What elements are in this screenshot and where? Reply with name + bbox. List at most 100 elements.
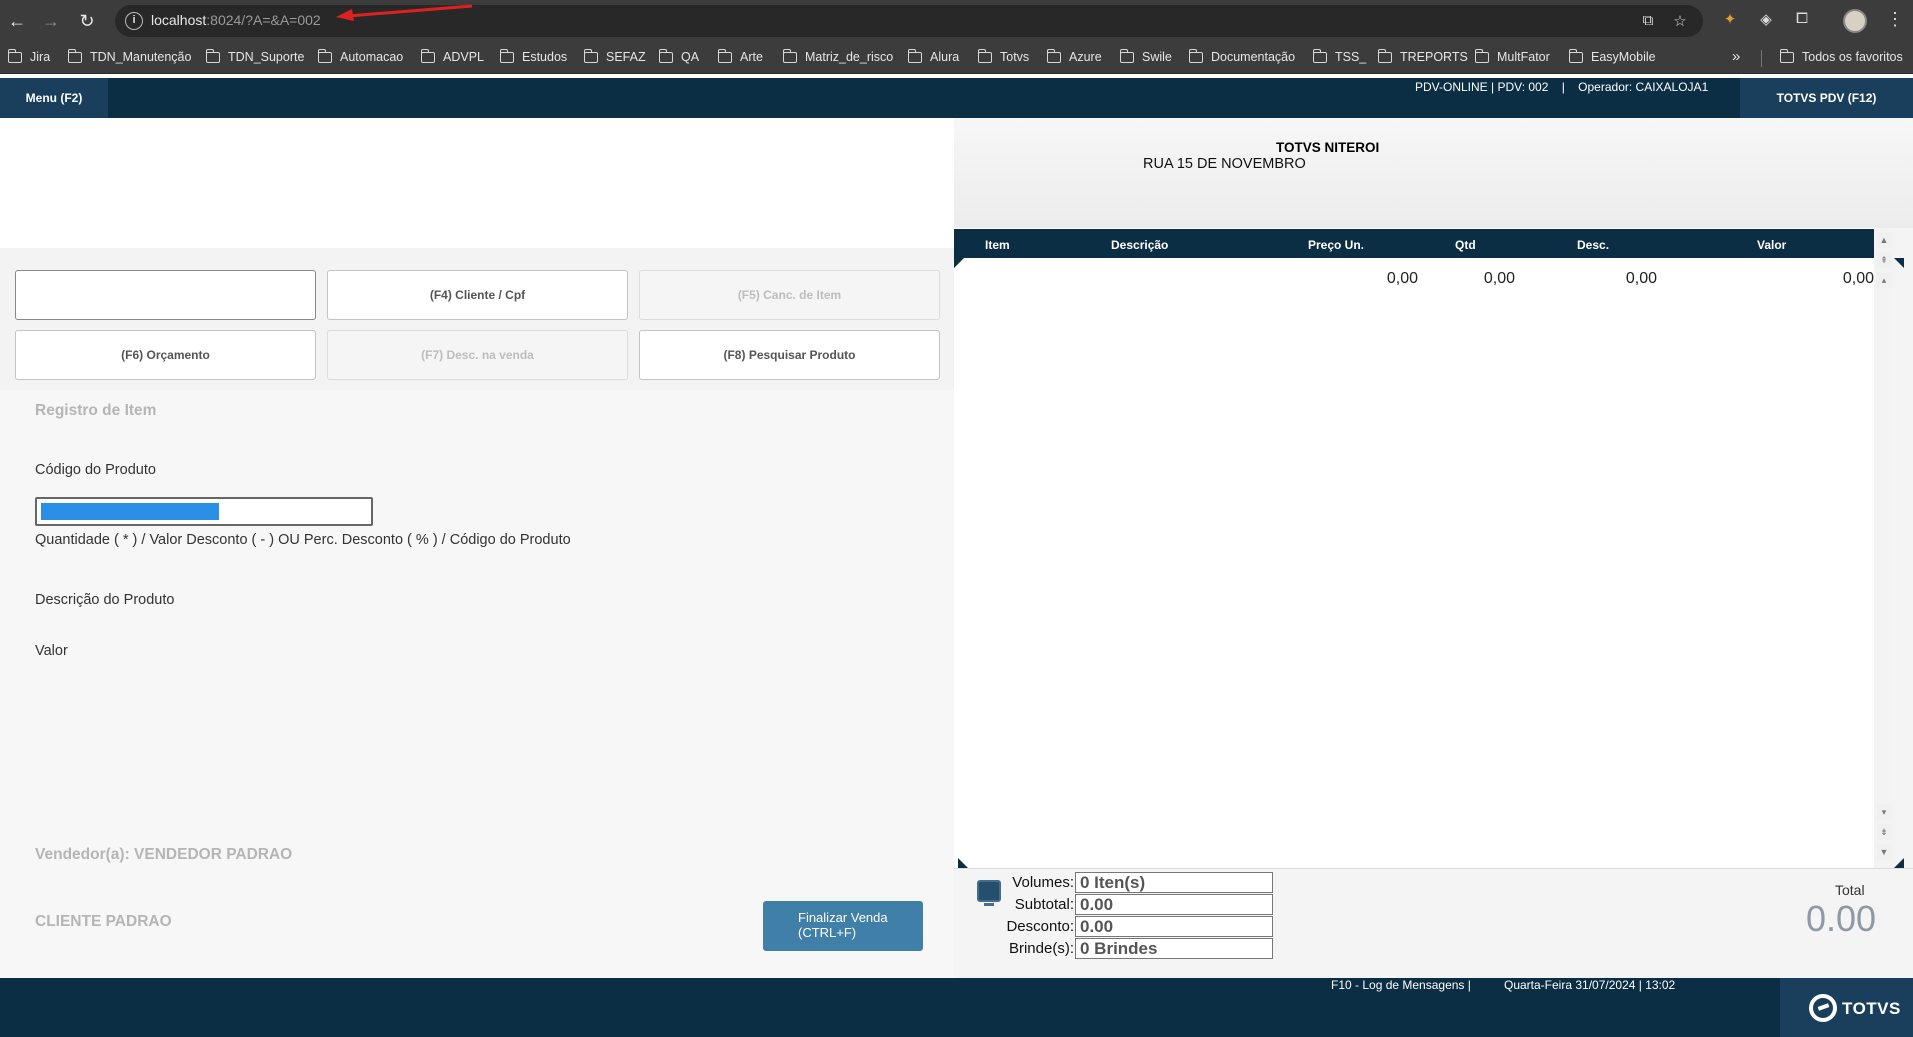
desc-venda-button[interactable]: (F7) Desc. na venda	[327, 330, 628, 380]
profile-avatar[interactable]	[1843, 9, 1867, 33]
extension-shield-icon[interactable]: ◈	[1755, 10, 1777, 32]
items-table	[954, 228, 1874, 868]
install-app-icon[interactable]: ⧉	[1638, 12, 1658, 30]
cell-preco: 0,00	[1386, 270, 1418, 287]
desconto-label: Desconto:	[1006, 918, 1074, 935]
forward-arrow-icon[interactable]: →	[38, 8, 64, 34]
menu-button[interactable]: Menu (F2)	[0, 78, 108, 118]
bookmarks-bar: Jira TDN_Manutenção TDN_Suporte Automaca…	[0, 42, 1913, 74]
bookmark-folder-multfator[interactable]: MultFator	[1474, 48, 1550, 64]
column-item: Item	[985, 238, 1010, 252]
cliente-cpf-button[interactable]: (F4) Cliente / Cpf	[327, 270, 628, 320]
bookmark-label: TDN_Manutenção	[90, 50, 192, 64]
scroll-bottom-icon[interactable]: ▼	[1877, 844, 1891, 860]
orcamento-button[interactable]: (F6) Orçamento	[15, 330, 316, 380]
column-preco-un: Preço Un.	[1308, 238, 1365, 252]
bookmark-folder-alura[interactable]: Alura	[907, 48, 960, 64]
cancel-item-button[interactable]: (F5) Canc. de Item	[639, 270, 940, 320]
scroll-down-icon[interactable]: ▾	[1877, 804, 1891, 820]
bookmark-folder-azure[interactable]: Azure	[1046, 48, 1102, 64]
seller-label: Vendedor(a): VENDEDOR PADRAO	[35, 846, 293, 863]
section-title: Registro de Item	[35, 402, 157, 419]
product-code-input[interactable]	[35, 497, 373, 526]
bookmark-folder-tdn-manutencao[interactable]: TDN_Manutenção	[67, 48, 192, 64]
bookmark-folder-documentacao[interactable]: Documentação	[1188, 48, 1295, 64]
bookmark-folder-arte[interactable]: Arte	[717, 48, 763, 64]
bookmark-label: Alura	[930, 50, 960, 64]
bookmark-folder-estudos[interactable]: Estudos	[499, 48, 567, 64]
url-text[interactable]: localhost:8024/?A=&A=002	[151, 12, 321, 28]
app-header: Menu (F2) PDV-ONLINE | PDV: 002 | Operad…	[0, 78, 1913, 118]
scroll-top-icon[interactable]: ▲	[1877, 232, 1891, 248]
folder-icon	[1046, 48, 1061, 63]
items-table-header: Item Descrição Preço Un. Qtd Desc. Valor	[954, 229, 1874, 258]
brindes-label: Brinde(s):	[1008, 940, 1074, 957]
bookmark-folder-tss[interactable]: TSS_	[1312, 48, 1367, 64]
bookmark-label: Swile	[1142, 50, 1172, 64]
folder-icon	[717, 48, 732, 63]
bookmark-label: Automacao	[340, 50, 404, 64]
bookmark-folder-tdn-suporte[interactable]: TDN_Suporte	[205, 48, 305, 64]
bookmark-folder-jira[interactable]: Jira	[7, 48, 51, 64]
cell-valor: 0,00	[1842, 270, 1874, 287]
column-qtd: Qtd	[1455, 238, 1476, 252]
finalize-sale-button[interactable]: Finalizar Venda (CTRL+F)	[763, 901, 923, 951]
totvs-logo: TOTVS	[1780, 978, 1913, 1037]
bookmark-star-icon[interactable]: ☆	[1670, 12, 1690, 30]
blank-function-button[interactable]	[15, 270, 316, 320]
back-arrow-icon[interactable]: ←	[4, 8, 30, 34]
scroll-page-down-icon[interactable]: ⇟	[1877, 824, 1891, 840]
customer-label: CLIENTE PADRAO	[35, 913, 172, 930]
folder-icon	[1119, 48, 1134, 63]
date-time: Quarta-Feira 31/07/2024 | 13:02	[1504, 978, 1676, 992]
table-scrollbar[interactable]	[1874, 228, 1893, 868]
total-value: 0.00	[1806, 898, 1877, 939]
folder-icon	[1779, 48, 1794, 63]
bookmark-folder-treports[interactable]: TREPORTS	[1377, 48, 1468, 64]
totvs-pdv-button[interactable]: TOTVS PDV (F12)	[1740, 78, 1913, 118]
pesquisar-produto-button[interactable]: (F8) Pesquisar Produto	[639, 330, 940, 380]
site-info-icon[interactable]: i	[125, 12, 143, 30]
bookmark-folder-automacao[interactable]: Automacao	[317, 48, 404, 64]
extension-colorful-icon[interactable]: ✦	[1719, 10, 1741, 32]
reload-icon[interactable]: ↻	[74, 8, 100, 34]
more-bookmarks-chevron-icon[interactable]: »	[1732, 48, 1740, 65]
log-messages-link[interactable]: F10 - Log de Mensagens |	[1331, 978, 1471, 992]
scroll-page-up-icon[interactable]: ⇞	[1877, 252, 1891, 268]
selected-text-highlight	[41, 503, 219, 520]
item-registration-panel	[0, 390, 954, 978]
browser-toolbar: ← → ↻ i localhost:8024/?A=&A=002 ⧉ ☆ ✦ ◈…	[0, 0, 1913, 42]
extensions-puzzle-icon[interactable]: ⧠	[1791, 10, 1813, 32]
bookmark-folder-sefaz[interactable]: SEFAZ	[583, 48, 646, 64]
desconto-value: 0.00	[1075, 916, 1273, 937]
finalize-shortcut: (CTRL+F)	[798, 925, 857, 940]
bookmark-label: ADVPL	[443, 50, 484, 64]
bookmark-folder-advpl[interactable]: ADVPL	[420, 48, 484, 64]
bookmark-label: Matriz_de_risco	[805, 50, 894, 64]
folder-icon	[205, 48, 220, 63]
annotation-arrow-icon	[336, 4, 473, 21]
bookmark-label: QA	[681, 50, 700, 64]
folder-icon	[420, 48, 435, 63]
bookmark-folder-easymobile[interactable]: EasyMobile	[1568, 48, 1656, 64]
bookmark-folder-all-favorites[interactable]: Todos os favoritos	[1779, 48, 1903, 64]
folder-icon	[317, 48, 332, 63]
folder-icon	[67, 48, 82, 63]
cell-qtd: 0,00	[1483, 270, 1515, 287]
brand-name: TOTVS	[1842, 999, 1901, 1018]
bookmark-folder-qa[interactable]: QA	[658, 48, 700, 64]
bookmark-label: TSS_	[1335, 50, 1367, 64]
bookmark-label: SEFAZ	[606, 50, 646, 64]
table-corner-marker	[1894, 258, 1904, 268]
bookmark-folder-matriz-de-risco[interactable]: Matriz_de_risco	[782, 48, 894, 64]
cell-desc: 0,00	[1625, 270, 1657, 287]
folder-icon	[583, 48, 598, 63]
bookmark-label: TDN_Suporte	[228, 50, 305, 64]
bookmark-folder-totvs[interactable]: Totvs	[977, 48, 1029, 64]
scroll-up-icon[interactable]: ▴	[1877, 272, 1891, 288]
folder-icon	[1568, 48, 1583, 63]
bookmark-folder-swile[interactable]: Swile	[1119, 48, 1172, 64]
bookmark-label: Jira	[30, 50, 51, 64]
browser-menu-icon[interactable]: ⋮	[1886, 9, 1904, 30]
total-label: Total	[1835, 882, 1865, 898]
